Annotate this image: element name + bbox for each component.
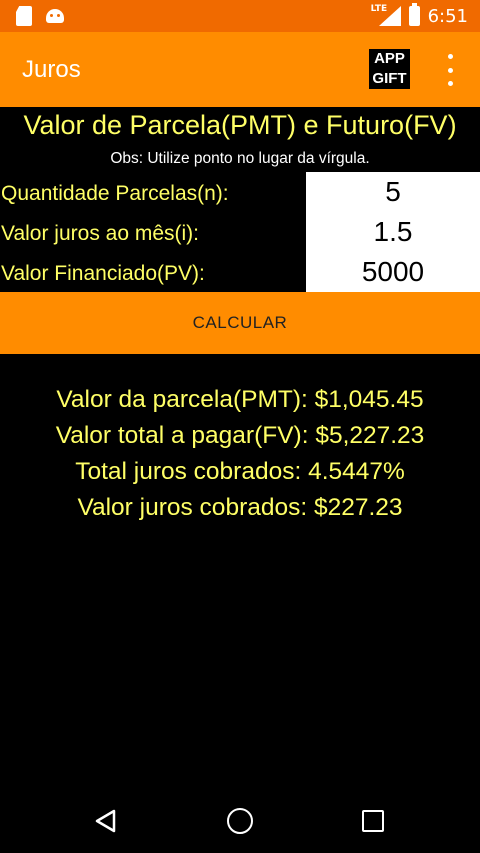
interest-label: Valor juros ao mês(i): — [1, 222, 200, 245]
form-row-financed: Valor Financiado(PV): — [0, 252, 480, 292]
app-gift-line1: APP — [374, 50, 405, 67]
result-interest-amount: Valor juros cobrados: $227.23 — [77, 494, 403, 521]
financed-label: Valor Financiado(PV): — [1, 262, 205, 285]
app-bar: Juros APP GIFT — [0, 32, 480, 107]
installments-label: Quantidade Parcelas(n): — [1, 182, 229, 205]
form-row-installments: Quantidade Parcelas(n): — [0, 172, 480, 212]
android-icon — [46, 9, 64, 23]
status-clock: 6:51 — [427, 5, 468, 27]
app-title: Juros — [22, 56, 81, 83]
calculate-button[interactable]: CALCULAR — [0, 292, 480, 354]
financed-input[interactable] — [306, 252, 480, 292]
overflow-menu-icon[interactable] — [440, 54, 460, 86]
app-gift-line2: GIFT — [372, 70, 407, 87]
installments-input[interactable] — [306, 172, 480, 212]
status-bar: LTE 6:51 — [0, 0, 480, 32]
battery-charging-icon — [408, 3, 420, 26]
sd-card-icon — [16, 6, 32, 26]
recents-icon[interactable] — [362, 810, 384, 832]
result-total-interest-rate: Total juros cobrados: 4.5447% — [75, 458, 405, 485]
page-heading: Valor de Parcela(PMT) e Futuro(FV) — [23, 110, 457, 140]
result-fv: Valor total a pagar(FV): $5,227.23 — [55, 422, 425, 449]
app-gift-button[interactable]: APP GIFT — [367, 47, 412, 91]
back-icon[interactable] — [94, 809, 118, 833]
signal-icon: LTE — [371, 4, 401, 26]
result-pmt: Valor da parcela(PMT): $1,045.45 — [56, 386, 424, 413]
note-text: Obs: Utilize ponto no lugar da vírgula. — [110, 150, 370, 167]
form-row-interest: Valor juros ao mês(i): — [0, 212, 480, 252]
navigation-bar — [0, 790, 480, 853]
status-right-icons: LTE 6:51 — [371, 3, 468, 28]
status-left-icons — [16, 6, 64, 26]
interest-input[interactable] — [306, 212, 480, 252]
home-icon[interactable] — [227, 808, 253, 834]
